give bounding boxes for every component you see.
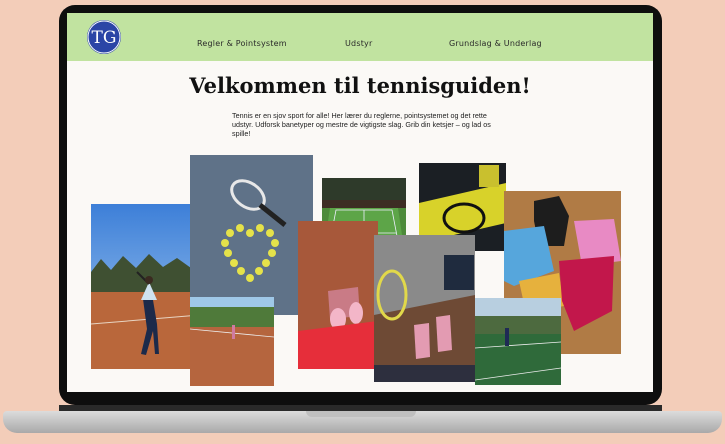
page-title: Velkommen til tennisguiden! (189, 73, 531, 98)
nav-link-regler[interactable]: Regler & Pointsystem (197, 39, 287, 48)
tg-logo-icon: TG (87, 20, 121, 54)
logo[interactable]: TG (87, 20, 121, 54)
clay-court-photo (190, 297, 274, 386)
racket-ball-heart-photo (190, 155, 313, 315)
laptop-frame: TG Regler & Pointsystem Udstyr Grundslag… (0, 0, 725, 444)
nav-link-grundslag[interactable]: Grundslag & Underlag (449, 39, 542, 48)
feet-racket-photo (374, 235, 475, 382)
hard-court-photo (475, 298, 561, 385)
top-nav: TG Regler & Pointsystem Udstyr Grundslag… (67, 13, 653, 61)
browser-viewport: TG Regler & Pointsystem Udstyr Grundslag… (67, 13, 653, 392)
svg-text:TG: TG (92, 28, 117, 48)
opening-lip (306, 411, 416, 417)
red-skirt-shoes-photo (298, 221, 378, 369)
nav-link-udstyr[interactable]: Udstyr (345, 39, 372, 48)
intro-text: Tennis er en sjov sport for alle! Her læ… (232, 111, 491, 138)
